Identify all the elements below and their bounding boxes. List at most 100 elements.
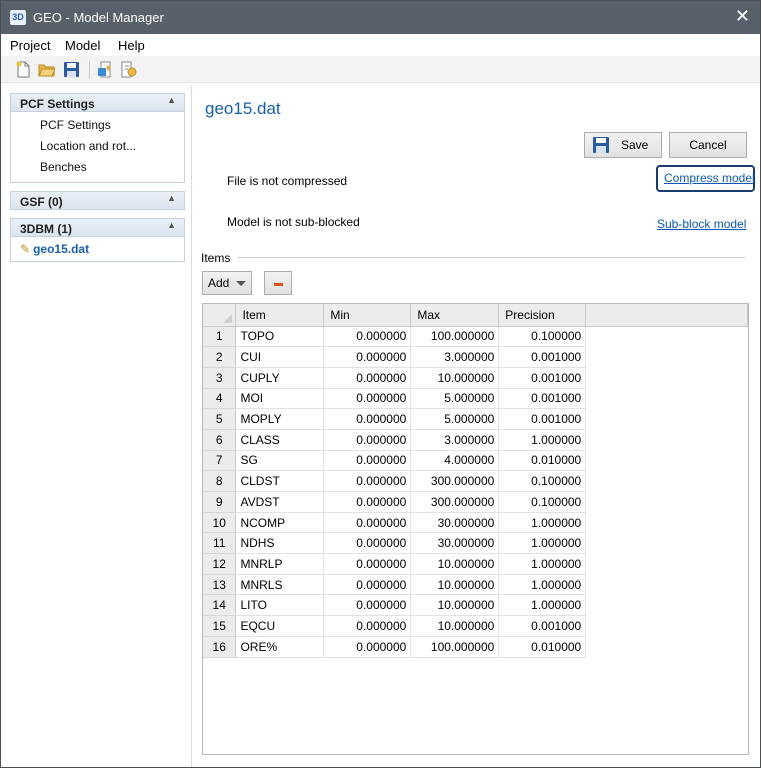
cell-item[interactable]: SG	[235, 450, 325, 472]
cell-precision[interactable]: 0.010000	[498, 450, 587, 472]
cell-max[interactable]: 10.000000	[410, 574, 500, 596]
row-number[interactable]: 4	[203, 388, 237, 410]
cell-max[interactable]: 100.000000	[410, 326, 500, 348]
row-number[interactable]: 13	[203, 574, 237, 596]
row-number[interactable]: 14	[203, 594, 237, 617]
nav-item-location-rotation[interactable]: Location and rot...	[11, 136, 184, 157]
cell-max[interactable]: 4.000000	[410, 450, 500, 472]
nav-item-model-file[interactable]: ✎ geo15.dat	[11, 239, 184, 259]
table-row[interactable]: 11 NDHS 0.000000 30.000000 1.000000	[203, 532, 748, 555]
cell-item[interactable]: CLDST	[235, 470, 325, 492]
cell-item[interactable]: TOPO	[235, 326, 325, 348]
cell-precision[interactable]: 1.000000	[498, 532, 587, 555]
table-row[interactable]: 8 CLDST 0.000000 300.000000 0.100000	[203, 470, 748, 492]
table-row[interactable]: 1 TOPO 0.000000 100.000000 0.100000	[203, 326, 748, 348]
sub-block-model-link[interactable]: Sub-block model	[657, 217, 746, 231]
row-number[interactable]: 6	[203, 429, 237, 451]
table-row[interactable]: 5 MOPLY 0.000000 5.000000 0.001000	[203, 408, 748, 430]
cell-item[interactable]: EQCU	[235, 615, 325, 637]
row-number[interactable]: 8	[203, 470, 237, 492]
cell-max[interactable]: 3.000000	[410, 429, 500, 451]
cell-precision[interactable]: 0.001000	[498, 346, 587, 368]
table-row[interactable]: 14 LITO 0.000000 10.000000 1.000000	[203, 594, 748, 617]
section-header-3dbm[interactable]: 3DBM (1) ▲	[10, 218, 185, 237]
table-row[interactable]: 10 NCOMP 0.000000 30.000000 1.000000	[203, 512, 748, 534]
cell-max[interactable]: 3.000000	[410, 346, 500, 368]
cell-item[interactable]: MNRLS	[235, 574, 325, 596]
table-row[interactable]: 13 MNRLS 0.000000 10.000000 1.000000	[203, 574, 748, 596]
cell-min[interactable]: 0.000000	[323, 615, 412, 637]
cell-min[interactable]: 0.000000	[323, 367, 412, 389]
collapse-icon[interactable]: ▲	[167, 193, 176, 203]
save-button[interactable]: Save	[584, 132, 662, 158]
cell-max[interactable]: 300.000000	[410, 470, 500, 492]
open-folder-icon[interactable]	[38, 61, 56, 78]
nav-item-pcf-settings[interactable]: PCF Settings	[11, 115, 184, 136]
import-icon[interactable]	[97, 61, 114, 78]
cell-max[interactable]: 30.000000	[410, 512, 500, 534]
menu-help[interactable]: Help	[118, 38, 145, 53]
cell-item[interactable]: CUPLY	[235, 367, 325, 389]
cell-item[interactable]: NCOMP	[235, 512, 325, 534]
cell-max[interactable]: 5.000000	[410, 408, 500, 430]
row-number[interactable]: 15	[203, 615, 237, 637]
cell-item[interactable]: CLASS	[235, 429, 325, 451]
column-header-precision[interactable]: Precision	[498, 304, 587, 327]
table-row[interactable]: 9 AVDST 0.000000 300.000000 0.100000	[203, 491, 748, 513]
row-number[interactable]: 16	[203, 636, 237, 658]
table-row[interactable]: 6 CLASS 0.000000 3.000000 1.000000	[203, 429, 748, 451]
cell-precision[interactable]: 0.010000	[498, 636, 587, 658]
cell-precision[interactable]: 0.100000	[498, 326, 587, 348]
row-number[interactable]: 2	[203, 346, 237, 368]
cell-max[interactable]: 300.000000	[410, 491, 500, 513]
export-icon[interactable]	[120, 61, 137, 78]
cell-min[interactable]: 0.000000	[323, 512, 412, 534]
cell-precision[interactable]: 1.000000	[498, 553, 587, 575]
row-number[interactable]: 9	[203, 491, 237, 513]
table-row[interactable]: 4 MOI 0.000000 5.000000 0.001000	[203, 388, 748, 410]
save-disk-icon[interactable]	[63, 61, 80, 78]
section-header-gsf[interactable]: GSF (0) ▲	[10, 191, 185, 210]
collapse-icon[interactable]: ▲	[167, 220, 176, 230]
menu-model[interactable]: Model	[65, 38, 100, 53]
cancel-button[interactable]: Cancel	[669, 132, 747, 158]
column-header-min[interactable]: Min	[323, 304, 412, 327]
cell-item[interactable]: ORE%	[235, 636, 325, 658]
cell-max[interactable]: 10.000000	[410, 615, 500, 637]
nav-item-benches[interactable]: Benches	[11, 157, 184, 178]
cell-precision[interactable]: 0.001000	[498, 408, 587, 430]
table-row[interactable]: 3 CUPLY 0.000000 10.000000 0.001000	[203, 367, 748, 389]
cell-max[interactable]: 10.000000	[410, 553, 500, 575]
cell-precision[interactable]: 0.100000	[498, 470, 587, 492]
select-all-corner[interactable]	[203, 304, 237, 327]
cell-min[interactable]: 0.000000	[323, 636, 412, 658]
cell-min[interactable]: 0.000000	[323, 574, 412, 596]
column-header-max[interactable]: Max	[410, 304, 500, 327]
cell-min[interactable]: 0.000000	[323, 429, 412, 451]
row-number[interactable]: 12	[203, 553, 237, 575]
cell-precision[interactable]: 1.000000	[498, 512, 587, 534]
cell-max[interactable]: 100.000000	[410, 636, 500, 658]
cell-max[interactable]: 10.000000	[410, 594, 500, 617]
cell-item[interactable]: MOI	[235, 388, 325, 410]
collapse-icon[interactable]: ▲	[167, 95, 176, 105]
table-row[interactable]: 12 MNRLP 0.000000 10.000000 1.000000	[203, 553, 748, 575]
table-row[interactable]: 7 SG 0.000000 4.000000 0.010000	[203, 450, 748, 472]
new-file-icon[interactable]	[15, 61, 32, 78]
cell-min[interactable]: 0.000000	[323, 594, 412, 617]
row-number[interactable]: 1	[203, 326, 237, 348]
cell-max[interactable]: 5.000000	[410, 388, 500, 410]
row-number[interactable]: 7	[203, 450, 237, 472]
remove-item-button[interactable]	[264, 271, 292, 295]
cell-item[interactable]: MOPLY	[235, 408, 325, 430]
cell-precision[interactable]: 0.001000	[498, 388, 587, 410]
cell-precision[interactable]: 0.001000	[498, 615, 587, 637]
pane-splitter[interactable]	[191, 85, 192, 767]
cell-precision[interactable]: 1.000000	[498, 574, 587, 596]
row-number[interactable]: 3	[203, 367, 237, 389]
compress-model-link[interactable]: Compress model	[664, 171, 755, 185]
table-row[interactable]: 16 ORE% 0.000000 100.000000 0.010000	[203, 636, 748, 658]
cell-min[interactable]: 0.000000	[323, 553, 412, 575]
cell-item[interactable]: NDHS	[235, 532, 325, 555]
cell-min[interactable]: 0.000000	[323, 532, 412, 555]
